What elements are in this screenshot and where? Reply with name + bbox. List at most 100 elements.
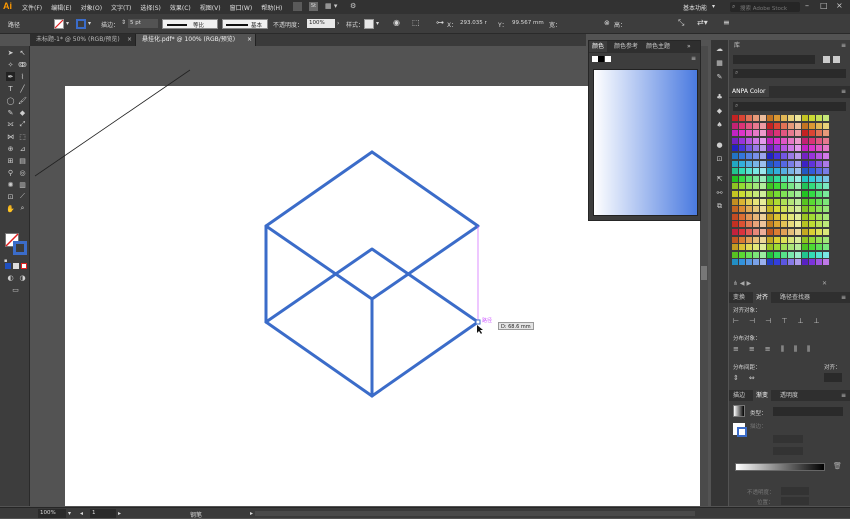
opacity-label[interactable]: 不透明度：	[273, 20, 303, 29]
align-icon[interactable]: ⬚	[412, 18, 420, 27]
color-swatch[interactable]	[753, 236, 759, 243]
color-swatch[interactable]	[753, 122, 759, 129]
color-swatch[interactable]	[774, 153, 780, 159]
color-swatch[interactable]	[823, 115, 829, 121]
color-swatch[interactable]	[753, 259, 759, 266]
color-swatch[interactable]	[767, 145, 773, 152]
color-swatch[interactable]	[746, 115, 752, 121]
menu-file[interactable]: 文件(F)	[22, 3, 42, 12]
color-swatch[interactable]	[739, 251, 745, 258]
color-swatch[interactable]	[788, 137, 794, 144]
dist-bottom-icon[interactable]: ≡	[765, 345, 771, 354]
color-swatch[interactable]	[753, 213, 759, 220]
color-swatch[interactable]	[753, 160, 759, 167]
color-swatch[interactable]	[781, 130, 787, 137]
color-swatch[interactable]	[802, 191, 808, 197]
color-swatch[interactable]	[767, 175, 773, 182]
color-swatch[interactable]	[802, 122, 808, 129]
color-swatch[interactable]	[802, 168, 808, 175]
color-swatch[interactable]	[781, 251, 787, 258]
color-swatch[interactable]	[823, 221, 829, 228]
color-swatch[interactable]	[809, 229, 815, 235]
color-swatch[interactable]	[795, 137, 801, 144]
gradient-mode-icon[interactable]	[13, 263, 19, 269]
workspace-chevron-icon[interactable]: ▾	[712, 3, 715, 10]
swatches-icon[interactable]: ▦	[715, 58, 724, 67]
color-swatch[interactable]	[816, 213, 822, 220]
libraries-icon[interactable]: ☁	[715, 44, 724, 53]
first-artboard-icon[interactable]: ◂	[80, 510, 83, 517]
color-swatch[interactable]	[774, 259, 780, 266]
color-swatch[interactable]	[816, 236, 822, 243]
color-swatch[interactable]	[823, 145, 829, 152]
color-swatch[interactable]	[760, 236, 766, 243]
stroke-weight-field[interactable]: 5 pt	[128, 19, 158, 28]
color-swatch[interactable]	[767, 221, 773, 228]
delete-stop-icon[interactable]: 🗑	[833, 462, 842, 470]
color-swatch[interactable]	[781, 259, 787, 266]
isometric-cube[interactable]	[264, 150, 480, 398]
color-swatch[interactable]	[732, 145, 738, 152]
color-swatch[interactable]	[781, 244, 787, 251]
color-swatch[interactable]	[774, 191, 780, 197]
color-swatch[interactable]	[795, 153, 801, 159]
artboard-number-field[interactable]: 1	[90, 509, 116, 518]
color-swatch[interactable]	[788, 236, 794, 243]
symbols-icon[interactable]: ♣	[715, 92, 724, 101]
color-swatch[interactable]	[802, 130, 808, 137]
color-swatch[interactable]	[809, 213, 815, 220]
color-swatch[interactable]	[767, 160, 773, 167]
color-swatch[interactable]	[795, 122, 801, 129]
color-swatch[interactable]	[767, 206, 773, 213]
tab-anpa-color[interactable]: ANPA Color	[729, 86, 769, 97]
eraser-tool-icon[interactable]: ◆	[18, 108, 27, 117]
none-proxy[interactable]	[605, 56, 611, 62]
menu-edit[interactable]: 编辑(E)	[51, 3, 71, 12]
color-swatch[interactable]	[781, 213, 787, 220]
color-swatch[interactable]	[739, 183, 745, 190]
shaper-tool-icon[interactable]: ✎	[6, 108, 15, 117]
color-swatch[interactable]	[739, 160, 745, 167]
color-swatch[interactable]	[732, 229, 738, 235]
color-swatch[interactable]	[732, 259, 738, 266]
color-swatch[interactable]	[795, 130, 801, 137]
color-swatch[interactable]	[753, 198, 759, 205]
color-swatch[interactable]	[795, 236, 801, 243]
color-swatch[interactable]	[809, 168, 815, 175]
color-swatch[interactable]	[816, 251, 822, 258]
color-swatch[interactable]	[823, 236, 829, 243]
color-swatch[interactable]	[760, 153, 766, 159]
none-mode-icon[interactable]	[21, 263, 27, 269]
color-swatch[interactable]	[767, 198, 773, 205]
color-swatch[interactable]	[802, 229, 808, 235]
color-swatch[interactable]	[795, 175, 801, 182]
color-swatch[interactable]	[739, 206, 745, 213]
color-swatch[interactable]	[760, 137, 766, 144]
color-swatch[interactable]	[746, 122, 752, 129]
reflect-tool-icon[interactable]: ⟗	[6, 120, 15, 129]
gradient-tool-icon[interactable]: ▤	[18, 156, 27, 165]
color-swatch[interactable]	[774, 213, 780, 220]
eyedropper-tool-icon[interactable]: ⚲	[6, 168, 15, 177]
height-field[interactable]	[626, 19, 656, 28]
symbol-sprayer-tool-icon[interactable]: ✺	[6, 180, 15, 189]
color-swatch[interactable]	[739, 259, 745, 266]
minimize-icon[interactable]: –	[805, 1, 809, 10]
horizontal-scrollbar[interactable]	[255, 511, 695, 516]
color-swatch[interactable]	[732, 153, 738, 159]
graphic-style-swatch[interactable]	[364, 19, 374, 29]
lasso-tool-icon[interactable]: ↂ	[18, 60, 27, 69]
color-swatch[interactable]	[823, 130, 829, 137]
color-swatch[interactable]	[753, 168, 759, 175]
panel-menu-icon[interactable]: ≡	[841, 88, 846, 95]
color-swatch[interactable]	[732, 213, 738, 220]
color-swatch[interactable]	[816, 130, 822, 137]
color-swatch[interactable]	[788, 191, 794, 197]
width-field[interactable]	[560, 19, 590, 28]
fill-swatch[interactable]	[54, 19, 64, 29]
menu-view[interactable]: 视图(V)	[200, 3, 221, 12]
color-swatch[interactable]	[746, 175, 752, 182]
color-swatch[interactable]	[809, 198, 815, 205]
arrange-documents-icon[interactable]: ▦ ▾	[325, 2, 337, 10]
gradient-position-field[interactable]	[781, 497, 809, 505]
